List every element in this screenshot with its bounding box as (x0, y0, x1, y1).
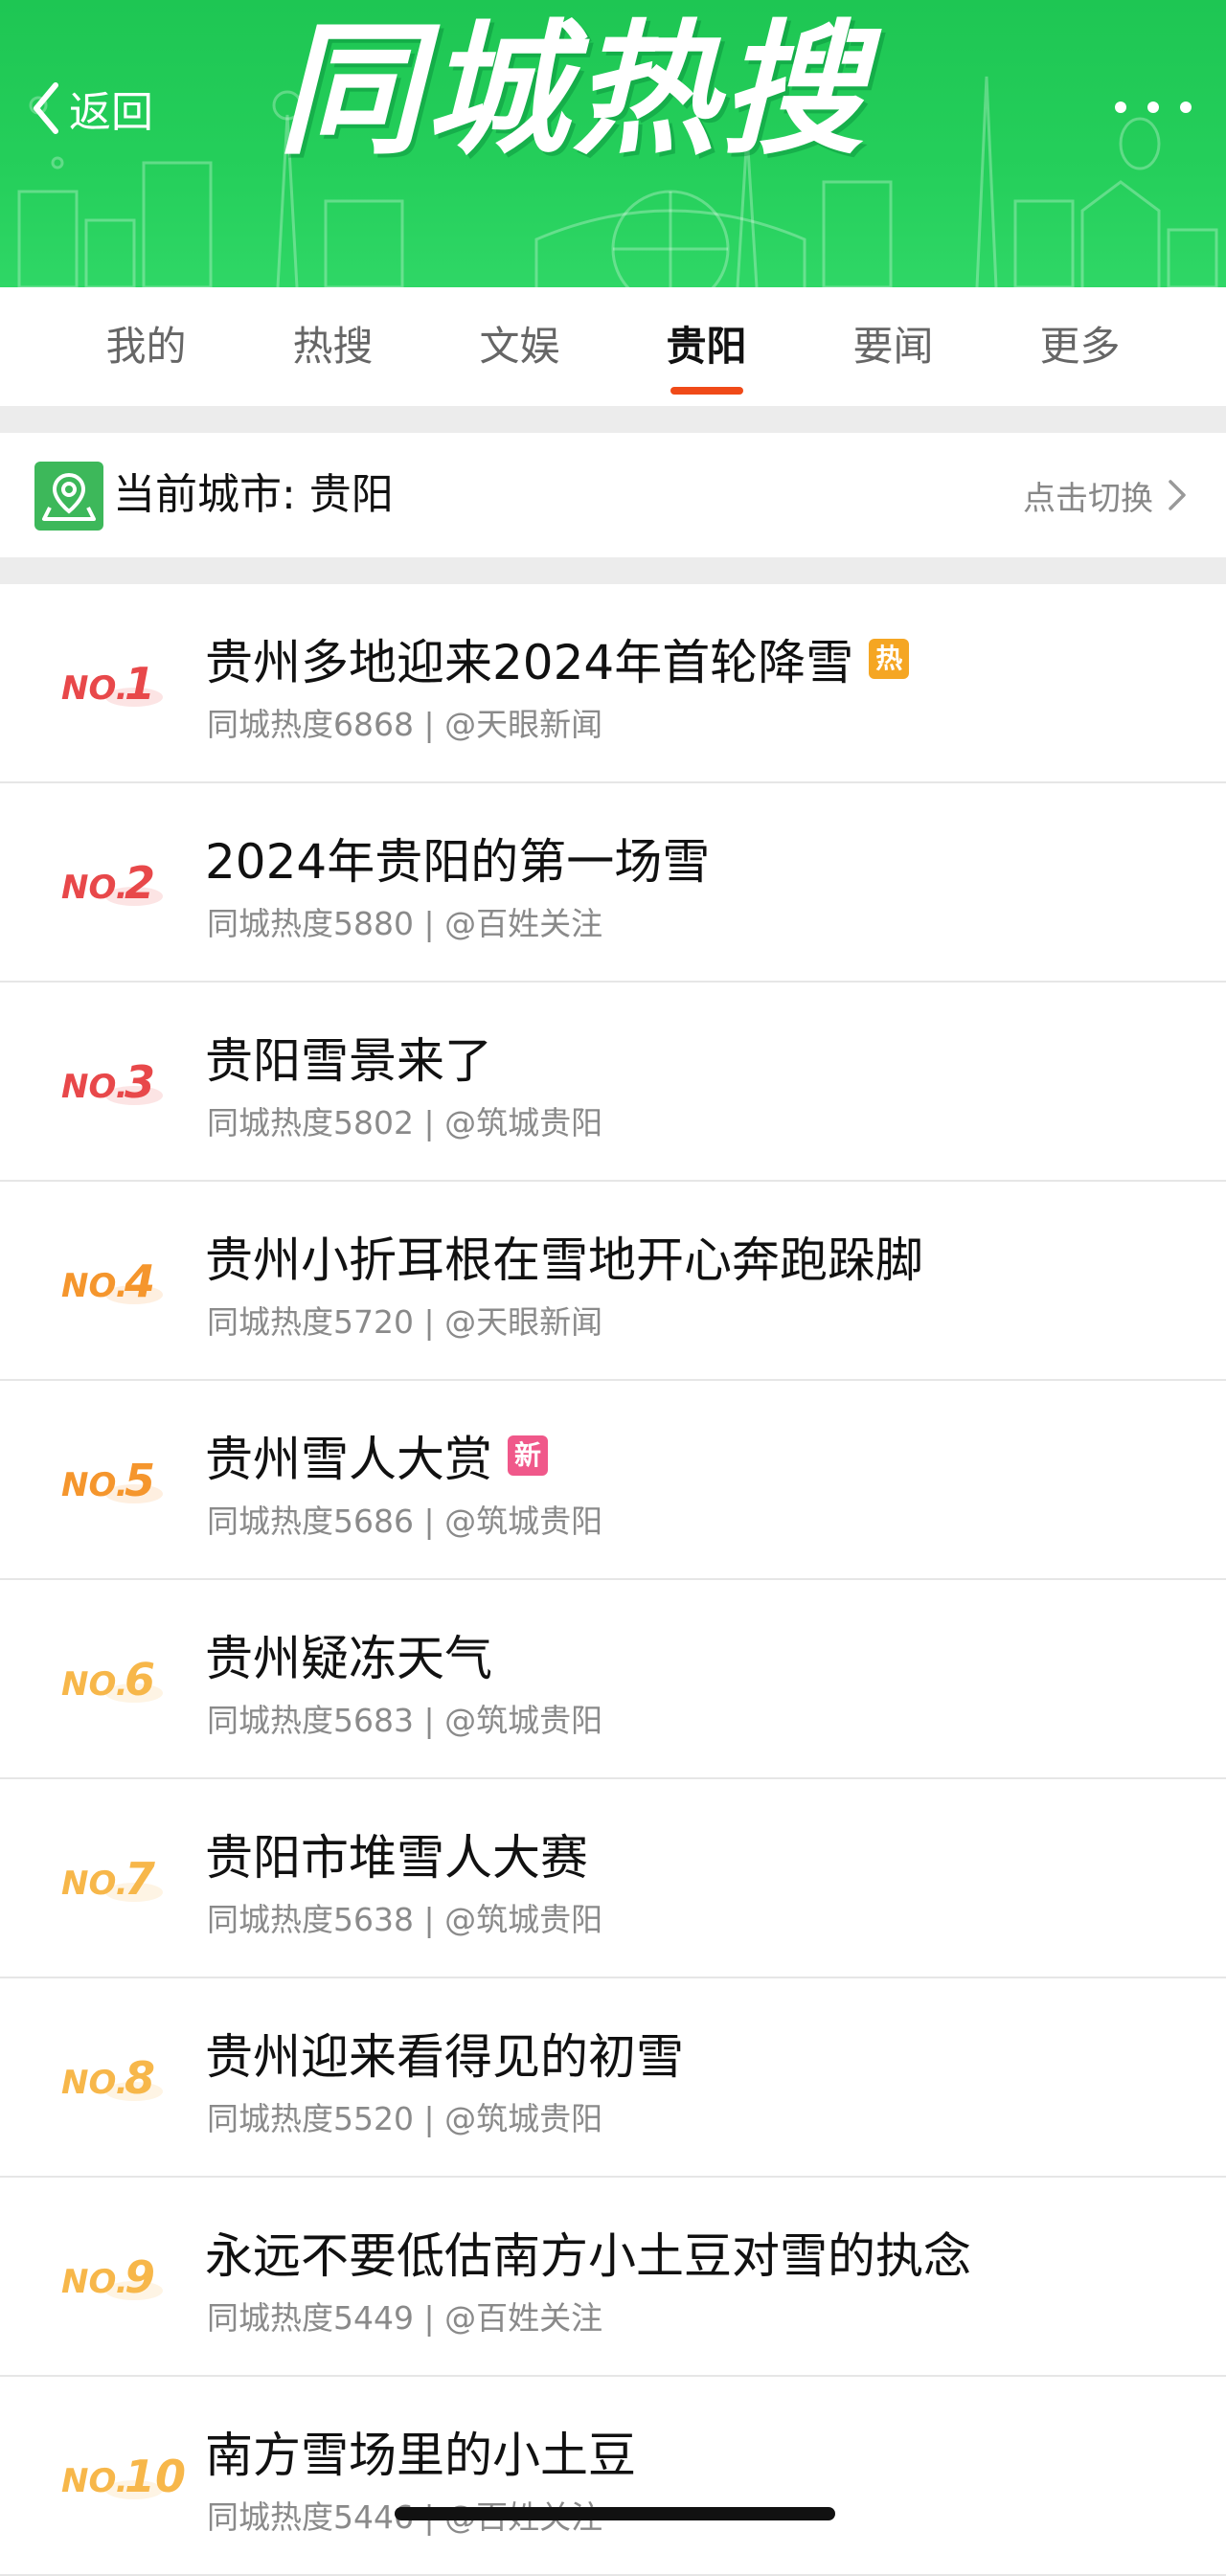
rank-number: 8 (125, 2052, 155, 2104)
rank-badge: NO. 5 (57, 1444, 172, 1511)
back-button[interactable]: 返回 (29, 75, 153, 142)
svg-text:NO.: NO. (61, 669, 128, 708)
rank-number: 4 (124, 1255, 155, 1307)
tab-entertainment[interactable]: 文娱 (426, 287, 613, 406)
item-title-text: 贵州迎来看得见的初雪 (205, 2029, 684, 2085)
tab-guiyang[interactable]: 贵阳 (613, 287, 800, 406)
svg-text:NO.: NO. (61, 2064, 128, 2102)
rank-badge: NO. 9 (57, 2241, 172, 2308)
dot-icon (1180, 102, 1192, 113)
dot-icon (1147, 102, 1159, 113)
switch-city-label: 点击切换 (1023, 479, 1153, 518)
svg-text:NO.: NO. (61, 869, 128, 907)
tab-mine[interactable]: 我的 (53, 287, 239, 406)
tab-more[interactable]: 更多 (987, 287, 1173, 406)
more-options-button[interactable] (1115, 88, 1192, 126)
list-item[interactable]: NO. 5 贵州雪人大赏新同城热度5686 | @筑城贵阳 (0, 1381, 1226, 1580)
svg-text:NO.: NO. (61, 1665, 128, 1704)
item-title: 贵州多地迎来2024年首轮降雪热 (205, 624, 910, 693)
item-title-text: 贵阳雪景来了 (205, 1033, 492, 1089)
item-meta: 同城热度5686 | @筑城贵阳 (207, 1503, 603, 1540)
item-title: 贵阳市堆雪人大赛 (205, 1819, 588, 1888)
list-item[interactable]: NO. 8 贵州迎来看得见的初雪同城热度5520 | @筑城贵阳 (0, 1978, 1226, 2178)
list-item[interactable]: NO. 6 贵州疑冻天气同城热度5683 | @筑城贵阳 (0, 1580, 1226, 1779)
item-title: 贵州雪人大赏新 (205, 1421, 548, 1490)
rank-badge: NO. 7 (57, 1842, 172, 1909)
item-title-text: 贵州疑冻天气 (205, 1631, 492, 1686)
svg-text:NO.: NO. (61, 1864, 128, 1903)
item-meta: 同城热度5683 | @筑城贵阳 (207, 1702, 603, 1739)
svg-text:NO.: NO. (61, 1068, 128, 1106)
rank-badge: NO. 3 (57, 1046, 172, 1113)
item-title-text: 永远不要低估南方小土豆对雪的执念 (205, 2228, 971, 2284)
item-meta: 同城热度5638 | @筑城贵阳 (207, 1901, 603, 1938)
rank-badge: NO. 6 (57, 1643, 172, 1710)
list-item[interactable]: NO. 1 贵州多地迎来2024年首轮降雪热同城热度6868 | @天眼新闻 (0, 584, 1226, 783)
rank-number: 7 (125, 1853, 155, 1905)
list-item[interactable]: NO. 7 贵阳市堆雪人大赛同城热度5638 | @筑城贵阳 (0, 1779, 1226, 1978)
hot-search-list: NO. 1 贵州多地迎来2024年首轮降雪热同城热度6868 | @天眼新闻 NO. 2… (0, 584, 1226, 2576)
rank-number: 3 (125, 1056, 155, 1108)
rank-badge: NO. 10 (57, 2440, 186, 2507)
item-title: 2024年贵阳的第一场雪 (205, 824, 710, 893)
rank-badge: NO. 2 (57, 847, 172, 914)
current-city-label: 当前城市: 贵阳 (113, 470, 394, 519)
svg-text:NO.: NO. (61, 2263, 128, 2301)
item-meta: 同城热度5520 | @筑城贵阳 (207, 2100, 603, 2137)
svg-text:NO.: NO. (61, 2462, 128, 2500)
list-item[interactable]: NO. 9 永远不要低估南方小土豆对雪的执念同城热度5449 | @百姓关注 (0, 2178, 1226, 2377)
section-divider (0, 406, 1226, 433)
item-title: 贵州迎来看得见的初雪 (205, 2019, 684, 2088)
item-title-text: 贵州雪人大赏 (205, 1432, 492, 1487)
rank-number: 10 (125, 2451, 186, 2502)
item-title-text: 南方雪场里的小土豆 (205, 2428, 636, 2483)
item-meta: 同城热度5880 | @百姓关注 (207, 905, 603, 942)
back-label: 返回 (69, 88, 153, 137)
svg-text:NO.: NO. (61, 1267, 128, 1305)
rank-number: 2 (125, 857, 155, 909)
item-title: 贵州疑冻天气 (205, 1620, 492, 1689)
list-item[interactable]: NO. 3 贵阳雪景来了同城热度5802 | @筑城贵阳 (0, 983, 1226, 1182)
header-banner: 返回 同城热搜 (0, 0, 1226, 287)
item-title: 贵阳雪景来了 (205, 1023, 492, 1092)
category-tabs: 我的 热搜 文娱 贵阳 要闻 更多 (0, 287, 1226, 406)
item-title: 南方雪场里的小土豆 (205, 2417, 636, 2486)
chevron-left-icon (34, 82, 58, 134)
section-divider (0, 557, 1226, 584)
tab-news[interactable]: 要闻 (800, 287, 987, 406)
item-meta: 同城热度6868 | @天眼新闻 (207, 706, 603, 743)
page-title: 同城热搜 (278, 8, 869, 174)
rank-number: 9 (125, 2251, 155, 2303)
switch-city-button[interactable]: 点击切换 (1023, 433, 1188, 557)
item-title-text: 贵州多地迎来2024年首轮降雪 (205, 635, 854, 690)
svg-text:NO.: NO. (61, 1466, 128, 1504)
item-title: 永远不要低估南方小土豆对雪的执念 (205, 2218, 971, 2287)
rank-number: 1 (125, 658, 155, 710)
item-meta: 同城热度5720 | @天眼新闻 (207, 1303, 603, 1341)
dot-icon (1115, 102, 1126, 113)
status-badge: 热 (869, 639, 910, 679)
item-meta: 同城热度5802 | @筑城贵阳 (207, 1104, 603, 1141)
item-title: 贵州小折耳根在雪地开心奔跑跺脚 (205, 1222, 923, 1291)
list-item[interactable]: NO. 4 贵州小折耳根在雪地开心奔跑跺脚同城热度5720 | @天眼新闻 (0, 1182, 1226, 1381)
item-title-text: 贵阳市堆雪人大赛 (205, 1830, 588, 1886)
chevron-right-icon (1169, 480, 1186, 510)
list-item[interactable]: NO. 2 2024年贵阳的第一场雪同城热度5880 | @百姓关注 (0, 783, 1226, 983)
map-pin-icon (34, 462, 103, 531)
tab-hot-search[interactable]: 热搜 (239, 287, 426, 406)
item-title-text: 2024年贵阳的第一场雪 (205, 834, 711, 890)
item-meta: 同城热度5449 | @百姓关注 (207, 2299, 603, 2337)
rank-number: 6 (125, 1654, 155, 1706)
rank-badge: NO. 1 (57, 647, 172, 714)
status-badge: 新 (508, 1435, 548, 1476)
rank-number: 5 (125, 1455, 155, 1506)
current-city-bar: 当前城市: 贵阳 点击切换 (0, 433, 1226, 557)
rank-badge: NO. 8 (57, 2042, 172, 2109)
list-item[interactable]: NO.10南方雪场里的小土豆同城热度5446 | @百姓关注 (0, 2377, 1226, 2576)
rank-badge: NO. 4 (57, 1245, 172, 1312)
home-indicator (395, 2507, 835, 2520)
item-title-text: 贵州小折耳根在雪地开心奔跑跺脚 (205, 1232, 923, 1288)
